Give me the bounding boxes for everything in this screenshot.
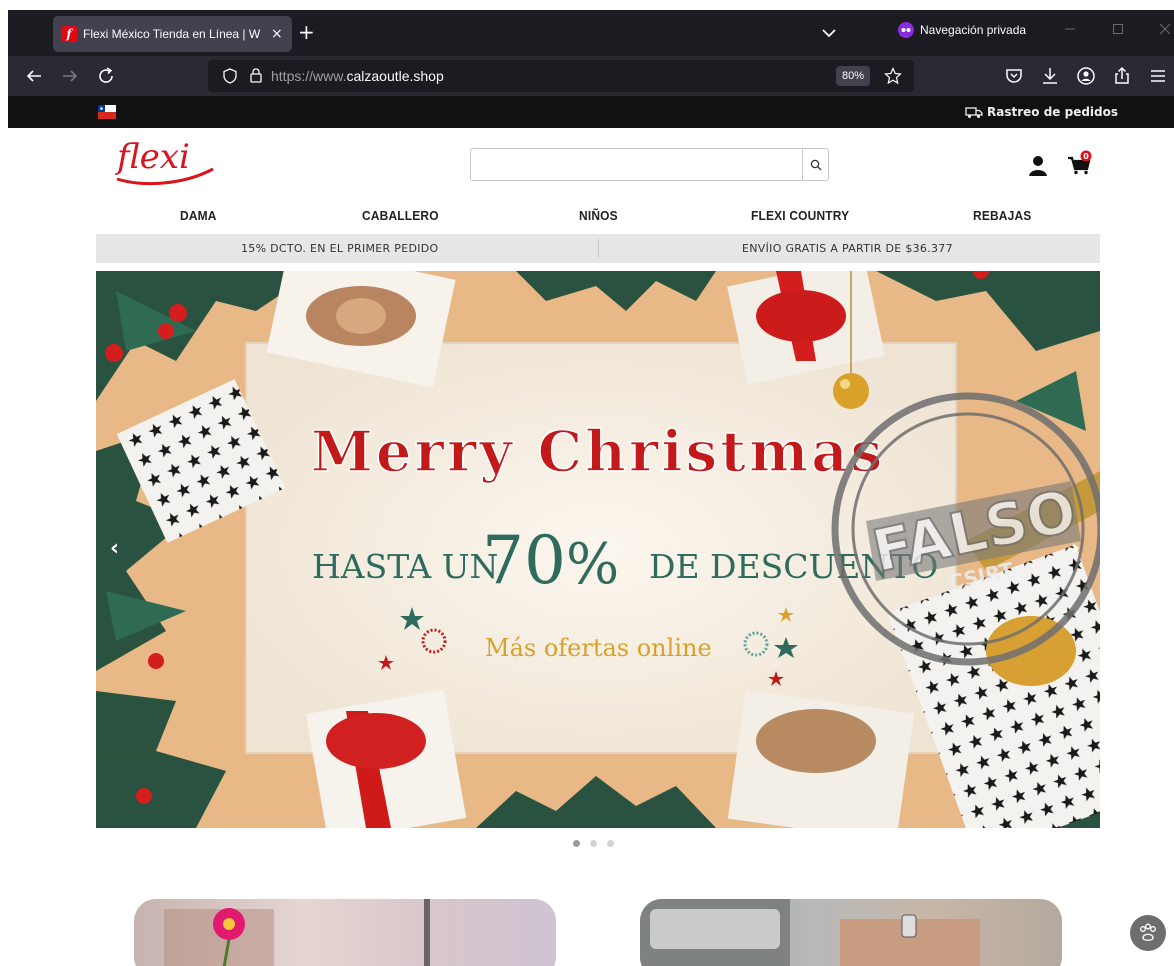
address-bar[interactable]: https://www.calzaoutle.shop 80%: [208, 60, 914, 92]
logo-text: flexi: [114, 137, 190, 177]
promo-divider: [598, 239, 599, 258]
user-account-icon[interactable]: [1028, 155, 1048, 177]
nav-dama[interactable]: DAMA: [180, 208, 217, 223]
banner-offers: Más ofertas online: [485, 634, 712, 662]
chevron-down-icon[interactable]: [818, 22, 840, 44]
tab-title: Flexi México Tienda en Línea | W: [83, 27, 261, 41]
search-icon: [810, 159, 821, 170]
nav-flexi-country[interactable]: FLEXI COUNTRY: [751, 208, 849, 223]
paw-icon: [1140, 923, 1156, 941]
flexi-logo[interactable]: flexi: [113, 135, 223, 191]
search-input[interactable]: [471, 149, 801, 180]
reload-icon[interactable]: [94, 64, 118, 88]
lock-icon[interactable]: [248, 67, 264, 84]
main-navigation: DAMA CABALLERO NIÑOS FLEXI COUNTRY REBAJ…: [96, 202, 1100, 230]
forward-arrow-icon[interactable]: [58, 64, 82, 88]
minimize-icon[interactable]: [1063, 22, 1077, 36]
accessibility-button[interactable]: [1130, 915, 1166, 951]
nav-rebajas[interactable]: REBAJAS: [973, 208, 1031, 223]
private-mask-icon: [898, 22, 914, 38]
browser-tab[interactable]: f Flexi México Tienda en Línea | W ×: [53, 16, 292, 52]
close-window-icon[interactable]: [1158, 22, 1172, 36]
shopping-cart-icon[interactable]: 0: [1067, 150, 1093, 176]
nav-caballero[interactable]: CABALLERO: [362, 208, 439, 223]
banner-prev-arrow[interactable]: ‹: [110, 536, 119, 561]
bookmark-star-icon[interactable]: [884, 67, 902, 85]
url-host: calzaoutle.shop: [346, 68, 444, 84]
order-tracking-link[interactable]: Rastreo de pedidos: [965, 105, 1118, 119]
carousel-dot-1[interactable]: [573, 840, 580, 847]
search-box: [470, 148, 829, 181]
carousel-dot-2[interactable]: [590, 840, 597, 847]
tracking-label: Rastreo de pedidos: [987, 105, 1119, 119]
chile-flag-icon[interactable]: [98, 105, 116, 119]
site-top-bar: Rastreo de pedidos: [8, 96, 1174, 128]
private-label: Navegación privada: [920, 23, 1027, 37]
hero-banner[interactable]: Merry Christmas HASTA UN 70 % DE DESCUEN…: [96, 271, 1100, 828]
promo-bar: 15% DCTO. EN EL PRIMER PEDIDO ENVÍIO GRA…: [96, 234, 1100, 263]
back-arrow-icon[interactable]: [22, 64, 46, 88]
new-tab-button[interactable]: +: [298, 20, 315, 44]
women-card-image: [164, 899, 430, 966]
promo-free-shipping: ENVÍIO GRATIS A PARTIR DE $36.377: [742, 242, 953, 255]
zoom-level-button[interactable]: 80%: [836, 66, 870, 86]
pocket-icon[interactable]: [1002, 64, 1026, 88]
category-card-men[interactable]: [640, 899, 1062, 966]
tab-close-icon[interactable]: ×: [271, 26, 283, 42]
maximize-icon[interactable]: [1111, 22, 1125, 36]
truck-icon: [965, 106, 983, 118]
private-browsing-indicator: Navegación privada: [898, 22, 1026, 38]
banner-headline: Merry Christmas: [311, 419, 885, 485]
banner-sub-percent: 70: [482, 522, 566, 599]
category-card-women[interactable]: [134, 899, 556, 966]
download-icon[interactable]: [1038, 64, 1062, 88]
carousel-dot-3[interactable]: [607, 840, 614, 847]
url-text[interactable]: https://www.calzaoutle.shop: [271, 68, 444, 84]
carousel-dots: [573, 840, 614, 847]
share-icon[interactable]: [1110, 64, 1134, 88]
banner-sub-pct-sign: %: [566, 532, 619, 597]
promo-first-order: 15% DCTO. EN EL PRIMER PEDIDO: [241, 242, 439, 255]
banner-next-arrow[interactable]: ›: [1071, 536, 1080, 561]
nav-ninos[interactable]: NIÑOS: [579, 208, 618, 223]
browser-window: f Flexi México Tienda en Línea | W × + N…: [8, 10, 1174, 128]
tab-strip: f Flexi México Tienda en Línea | W × + N…: [8, 10, 1174, 56]
account-icon[interactable]: [1074, 64, 1098, 88]
christmas-banner-image: Merry Christmas HASTA UN 70 % DE DESCUEN…: [96, 271, 1100, 828]
men-card-image: [640, 899, 980, 966]
hamburger-menu-icon[interactable]: [1146, 64, 1170, 88]
navigation-toolbar: https://www.calzaoutle.shop 80%: [8, 56, 1174, 96]
banner-sub-pre: HASTA UN: [312, 547, 498, 586]
flexi-favicon-icon: f: [61, 26, 77, 42]
cart-count-badge: 0: [1083, 152, 1089, 161]
url-prefix: https://www.: [271, 68, 347, 84]
shield-icon[interactable]: [222, 68, 238, 84]
search-button[interactable]: [802, 149, 828, 180]
